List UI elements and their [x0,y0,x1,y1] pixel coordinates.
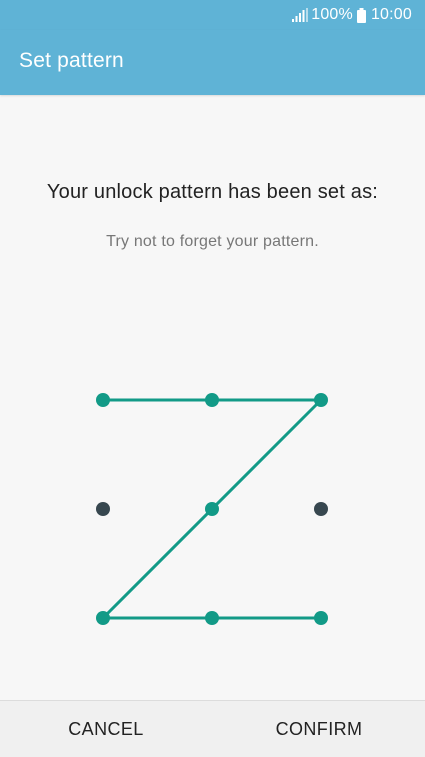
pattern-dot-3 [314,393,328,407]
confirm-button[interactable]: CONFIRM [213,701,425,757]
pattern-dot-9 [314,611,328,625]
cancel-button[interactable]: CANCEL [0,701,212,757]
pattern-dot-6 [314,502,328,516]
pattern-dot-7 [96,611,110,625]
pattern-dot-5 [205,502,219,516]
unlock-pattern [96,393,328,625]
bottom-action-bar: CANCEL CONFIRM [0,700,425,757]
pattern-dot-2 [205,393,219,407]
pattern-dot-4 [96,502,110,516]
pattern-dot-8 [205,611,219,625]
pattern-dot-1 [96,393,110,407]
